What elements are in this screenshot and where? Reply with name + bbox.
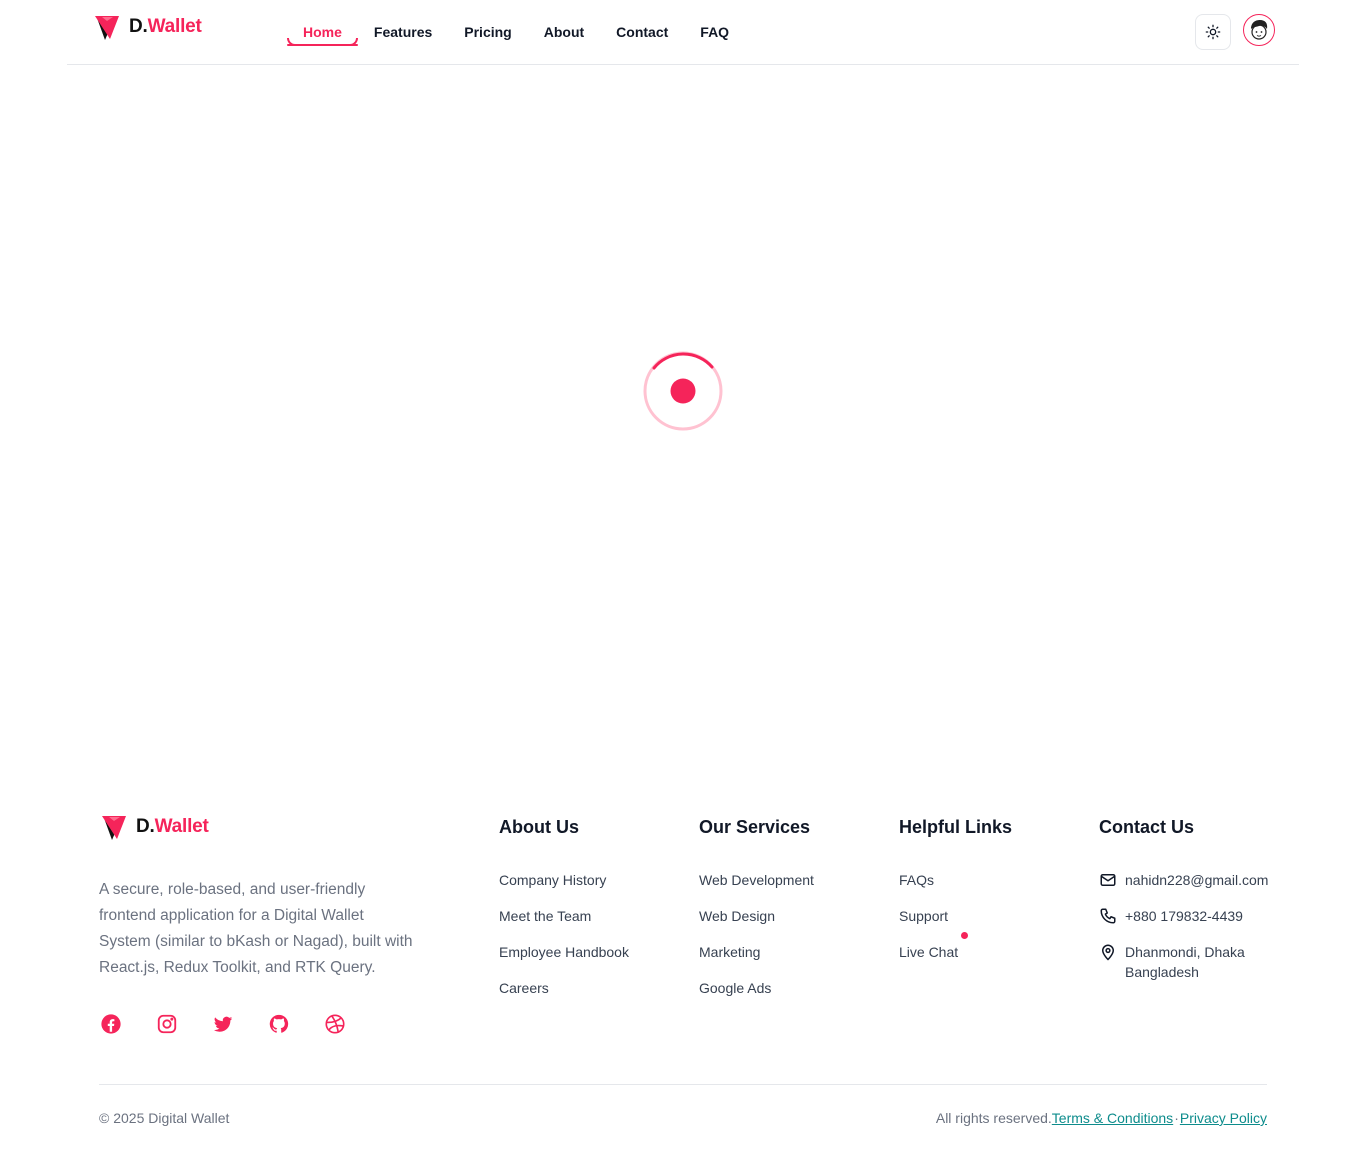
- footer-logo[interactable]: D.Wallet: [100, 812, 209, 842]
- phone-icon: [1100, 908, 1116, 924]
- header-logo[interactable]: D.Wallet: [93, 12, 202, 42]
- nav-faq[interactable]: FAQ: [684, 0, 745, 64]
- sun-icon: [1205, 24, 1221, 40]
- footer-helpful-column: Helpful Links FAQs Support Live Chat: [899, 814, 1012, 978]
- footer-link-web-design[interactable]: Web Design: [699, 906, 814, 942]
- contact-address: Dhanmondi, Dhaka Bangladesh: [1099, 942, 1268, 982]
- contact-address-line2: Bangladesh: [1125, 964, 1199, 980]
- rights-text: All rights reserved.: [935, 1110, 1052, 1126]
- logo-icon: [102, 816, 126, 840]
- legal-links: All rights reserved. Terms & Conditions …: [936, 1110, 1267, 1126]
- live-chat-label: Live Chat: [899, 944, 959, 960]
- contact-email-text: nahidn228@gmail.com: [1125, 872, 1269, 888]
- contact-email[interactable]: nahidn228@gmail.com: [1099, 870, 1268, 890]
- nav-contact[interactable]: Contact: [600, 0, 684, 64]
- github-link[interactable]: [267, 1012, 291, 1036]
- footer-link-web-development[interactable]: Web Development: [699, 870, 814, 906]
- footer-about-column: About Us Company History Meet the Team E…: [499, 814, 629, 1014]
- footer-link-google-ads[interactable]: Google Ads: [699, 978, 814, 1014]
- legal-separator: ·: [1174, 1110, 1179, 1126]
- footer-description: A secure, role-based, and user-friendly …: [99, 881, 413, 976]
- nav-features[interactable]: Features: [358, 0, 448, 64]
- social-links: [99, 1012, 379, 1036]
- spinner-icon: [643, 351, 723, 431]
- privacy-link[interactable]: Privacy Policy: [1180, 1110, 1267, 1126]
- github-icon: [269, 1014, 289, 1033]
- contact-phone[interactable]: +880 179832-4439: [1099, 906, 1268, 926]
- nav-home[interactable]: Home: [287, 0, 358, 64]
- contact-address-line1: Dhanmondi, Dhaka: [1125, 944, 1245, 960]
- contact-phone-text: +880 179832-4439: [1125, 908, 1243, 924]
- footer-divider: [99, 1084, 1267, 1085]
- site-header: D.Wallet Home Features Pricing About Con…: [67, 0, 1299, 65]
- logo-icon: [95, 16, 119, 40]
- facebook-link[interactable]: [99, 1012, 123, 1036]
- dribbble-link[interactable]: [323, 1012, 347, 1036]
- footer-helpful-title: Helpful Links: [899, 817, 1013, 837]
- footer-link-faqs[interactable]: FAQs: [899, 870, 1012, 906]
- footer-contact-column: Contact Us nahidn228@gmail.com +880 1798…: [1099, 814, 1268, 998]
- main-nav: Home Features Pricing About Contact FAQ: [287, 0, 745, 64]
- footer-link-support[interactable]: Support: [899, 906, 1012, 942]
- twitter-icon: [213, 1016, 233, 1032]
- nav-pricing[interactable]: Pricing: [448, 0, 527, 64]
- footer-services-title: Our Services: [699, 817, 811, 837]
- avatar-icon: [1251, 20, 1268, 40]
- theme-toggle-button[interactable]: [1195, 14, 1231, 50]
- terms-link[interactable]: Terms & Conditions: [1052, 1110, 1173, 1126]
- footer-link-careers[interactable]: Careers: [499, 978, 629, 1014]
- live-status-dot: [961, 932, 968, 939]
- logo-text: D.Wallet: [129, 16, 202, 37]
- mail-icon: [1100, 874, 1116, 886]
- instagram-icon: [157, 1014, 177, 1034]
- logo-text: D.Wallet: [136, 816, 209, 837]
- user-avatar[interactable]: [1243, 14, 1275, 46]
- dribbble-icon: [325, 1014, 345, 1034]
- nav-about[interactable]: About: [528, 0, 600, 64]
- footer-link-employee-handbook[interactable]: Employee Handbook: [499, 942, 629, 978]
- footer-services-column: Our Services Web Development Web Design …: [699, 814, 814, 1014]
- footer-link-live-chat[interactable]: Live Chat: [899, 932, 1012, 978]
- instagram-link[interactable]: [155, 1012, 179, 1036]
- location-pin-icon: [1101, 944, 1115, 961]
- copyright-text: © 2025 Digital Wallet: [99, 1110, 230, 1126]
- facebook-icon: [101, 1014, 121, 1034]
- footer-link-meet-the-team[interactable]: Meet the Team: [499, 906, 629, 942]
- footer-about-title: About Us: [499, 817, 579, 837]
- footer-link-marketing[interactable]: Marketing: [699, 942, 814, 978]
- loading-spinner: [642, 350, 724, 432]
- twitter-link[interactable]: [211, 1012, 235, 1036]
- footer-contact-title: Contact Us: [1099, 817, 1195, 837]
- footer-link-company-history[interactable]: Company History: [499, 870, 629, 906]
